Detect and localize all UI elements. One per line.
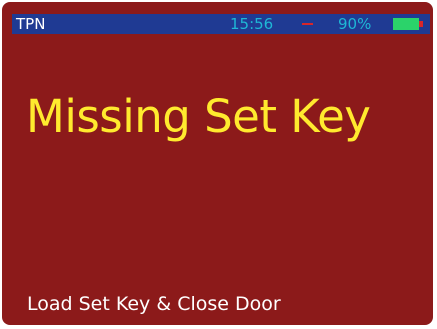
battery-tip [419, 21, 423, 27]
battery-icon [393, 18, 423, 30]
battery-percent: 90% [338, 15, 372, 33]
device-screen: TPN 15:56 90% Missing Set Key Load Set K… [2, 2, 433, 325]
screen-title: Missing Set Key [26, 90, 371, 143]
status-bar: TPN 15:56 90% [12, 14, 430, 34]
instruction-text: Load Set Key & Close Door [27, 293, 281, 315]
status-separator [302, 23, 313, 25]
clock: 15:56 [230, 15, 274, 33]
battery-body [393, 18, 419, 30]
device-name: TPN [16, 15, 46, 33]
